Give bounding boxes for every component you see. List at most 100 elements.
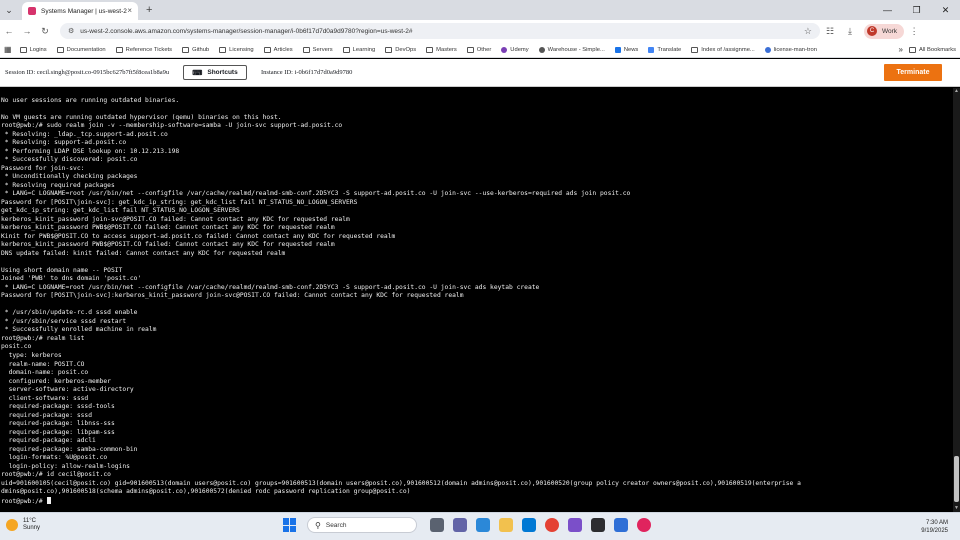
terminal-line: * Resolving: support-ad.posit.co — [1, 139, 127, 147]
terminal-line: configured: kerberos-member — [1, 377, 111, 385]
search-icon: ⚲ — [315, 520, 321, 530]
close-tab-icon[interactable]: × — [127, 6, 132, 15]
teams-icon[interactable] — [452, 518, 467, 532]
bookmark-logins[interactable]: Logins — [19, 46, 47, 53]
tab-systems-manager[interactable]: Systems Manager | us-west-2 × — [22, 2, 138, 20]
system-clock[interactable]: 7:30 AM 9/19/2025 — [921, 519, 948, 535]
terminal-output[interactable]: No user sessions are running outdated bi… — [0, 88, 953, 512]
terminal-line: posit.co — [1, 343, 32, 351]
temperature: 11°C — [23, 518, 36, 524]
folder-icon — [182, 46, 190, 53]
terminal-line: Joined 'PWB' to dns domain 'posit.co' — [1, 275, 142, 283]
more-bookmarks-icon[interactable]: » — [899, 45, 903, 54]
weather-widget[interactable]: 11°C Sunny — [6, 518, 40, 532]
terminal-prompt-line[interactable]: root@pwb:/# — [1, 496, 953, 506]
search-placeholder: Search — [325, 521, 347, 529]
apps-icon[interactable]: ▦ — [4, 45, 12, 54]
taskbar-search[interactable]: ⚲ Search — [307, 517, 417, 533]
bookmark-star-icon[interactable]: ☆ — [804, 26, 812, 37]
tab-search-icon[interactable]: ⌄ — [0, 0, 18, 20]
bookmark-servers[interactable]: Servers — [302, 46, 333, 53]
bookmark-translate[interactable]: Translate — [648, 46, 681, 53]
reload-icon[interactable]: ↻ — [36, 26, 54, 37]
terminal-app-icon[interactable] — [567, 518, 582, 532]
terminal-line: domain-name: posit.co — [1, 369, 89, 377]
restore-icon[interactable]: ❐ — [902, 5, 931, 16]
terminal-line: kerberos_kinit_password PWB$@POSIT.CO fa… — [1, 241, 335, 249]
terminal-line: get_kdc_ip_string: get_kdc_list fail NT_… — [1, 207, 240, 215]
vscode-icon[interactable] — [590, 518, 605, 532]
terminal-scrollbar[interactable]: ▲ ▼ — [953, 88, 960, 512]
bookmark-udemy[interactable]: Udemy — [501, 46, 529, 53]
bookmark-other[interactable]: Other — [466, 46, 491, 53]
terminal-line: dmins@posit.co),901600518(schema admins@… — [1, 488, 411, 496]
back-icon[interactable]: ← — [0, 26, 18, 36]
file-explorer-icon[interactable] — [498, 518, 513, 532]
terminate-button[interactable]: Terminate — [884, 64, 942, 81]
terminal-line: No user sessions are running outdated bi… — [1, 96, 180, 104]
all-bookmarks[interactable]: All Bookmarks — [908, 46, 956, 53]
profile-label: Work — [882, 27, 898, 35]
outlook-icon[interactable] — [521, 518, 536, 532]
scrollbar-thumb[interactable] — [954, 456, 959, 502]
bookmark-articles[interactable]: Articles — [263, 46, 293, 53]
browser-menu-icon[interactable]: ⋮ — [904, 26, 924, 37]
session-id: Session ID: cecil.singh@posit.co-0915bc6… — [5, 69, 170, 76]
folder-icon — [466, 46, 474, 53]
terminal-line: * Resolving required packages — [1, 181, 115, 189]
bookmark-license-man-tron[interactable]: license-man-tron — [764, 46, 817, 53]
folder-icon — [426, 46, 434, 53]
bookmark-devops[interactable]: DevOps — [385, 46, 416, 53]
terminal-cursor — [46, 496, 51, 504]
translate-icon — [648, 46, 655, 53]
news-icon — [614, 46, 621, 53]
profile-button[interactable]: C Work — [864, 23, 905, 39]
bookmark-github[interactable]: Github — [182, 46, 209, 53]
bookmark-documentation[interactable]: Documentation — [56, 46, 106, 53]
folder-icon — [19, 46, 27, 53]
terminal-line: required-package: libnss-sss — [1, 420, 115, 428]
forward-icon[interactable]: → — [18, 26, 36, 36]
bookmark-masters[interactable]: Masters — [426, 46, 457, 53]
new-tab-icon[interactable]: + — [146, 4, 152, 16]
shortcuts-button[interactable]: ⌨ Shortcuts — [183, 65, 247, 80]
app-icon[interactable] — [613, 518, 628, 532]
downloads-icon[interactable]: ⤓ — [840, 26, 860, 37]
folder-icon — [385, 46, 393, 53]
scroll-up-icon[interactable]: ▲ — [953, 88, 960, 95]
bookmark-news[interactable]: News — [614, 46, 638, 53]
zoom-icon[interactable] — [475, 518, 490, 532]
terminal-line: realm-name: POSIT.CO — [1, 360, 85, 368]
tab-title: Systems Manager | us-west-2 — [41, 7, 127, 15]
terminal-line: * Unconditionally checking packages — [1, 173, 138, 181]
terminal-line: * Performing LDAP DSE lookup on: 10.12.2… — [1, 147, 180, 155]
site-info-icon[interactable]: ⚙ — [68, 27, 74, 35]
extensions-icon[interactable]: ☷ — [820, 26, 840, 37]
minimize-icon[interactable]: — — [873, 5, 902, 16]
terminal-line: login-formats: %U@posit.co — [1, 454, 108, 462]
terminal-line: kerberos_kinit_password PWB$@POSIT.CO fa… — [1, 224, 335, 232]
session-header: Session ID: cecil.singh@posit.co-0915bc6… — [0, 59, 960, 87]
terminal-line: * /usr/sbin/update-rc.d sssd enable — [1, 309, 138, 317]
task-view-icon[interactable] — [429, 518, 444, 532]
scroll-down-icon[interactable]: ▼ — [953, 505, 960, 512]
license-icon — [764, 46, 771, 53]
sun-icon — [6, 519, 18, 531]
bookmark-warehouse[interactable]: Warehouse - Simple... — [538, 46, 605, 53]
windows-start-icon[interactable] — [283, 518, 297, 532]
slack-icon[interactable] — [636, 518, 651, 532]
bookmark-index-assignments[interactable]: Index of /assignme... — [691, 46, 755, 53]
folder-icon — [908, 46, 916, 53]
address-bar[interactable]: ⚙ us-west-2.console.aws.amazon.com/syste… — [60, 23, 820, 39]
bookmark-licensing[interactable]: Licensing — [219, 46, 254, 53]
bookmark-learning[interactable]: Learning — [342, 46, 375, 53]
terminal-line: required-package: sssd-tools — [1, 403, 115, 411]
bookmark-reference-tickets[interactable]: Reference Tickets — [115, 46, 172, 53]
terminal-line: Password for [POSIT\join-svc]: get_kdc_i… — [1, 198, 358, 206]
close-window-icon[interactable]: ✕ — [931, 5, 960, 16]
chrome-icon[interactable] — [544, 518, 559, 532]
terminal-line: Password for [POSIT\join-svc]:kerberos_k… — [1, 292, 464, 300]
bookmarks-bar: ▦ Logins Documentation Reference Tickets… — [0, 42, 960, 58]
